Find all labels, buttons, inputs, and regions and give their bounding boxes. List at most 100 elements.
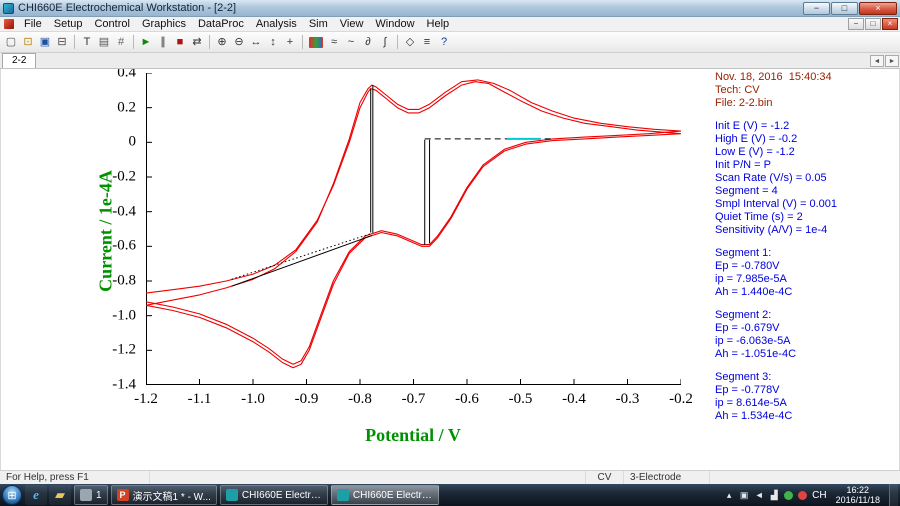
- show-desktop-button[interactable]: [889, 484, 898, 506]
- y-tick-label: -1.2: [112, 341, 136, 358]
- text-tool-icon[interactable]: T: [79, 34, 95, 51]
- info-line: Ah = 1.534e-4C: [715, 410, 793, 422]
- clock-time: 16:22: [846, 485, 870, 495]
- volume-icon[interactable]: ◄: [754, 490, 764, 500]
- minimize-button[interactable]: −: [803, 1, 830, 15]
- taskbar-chi660e-2[interactable]: CHI660E Electro...: [330, 485, 439, 505]
- expand-x-icon[interactable]: ↔: [248, 34, 264, 51]
- info-line: Tech: CV: [715, 84, 760, 96]
- overlay-plots-icon[interactable]: ≈: [326, 34, 342, 51]
- toolbar-separator: [74, 35, 75, 49]
- data-list-icon[interactable]: ≡: [419, 34, 435, 51]
- x-tick-label: -0.5: [508, 391, 533, 407]
- menu-items: File Setup Control Graphics DataProc Analysis…: [18, 18, 455, 30]
- info-line: Init E (V) = -1.2: [715, 120, 790, 132]
- pause-icon[interactable]: ∥: [155, 34, 171, 51]
- alert-tray-icon[interactable]: [798, 490, 808, 500]
- mdi-close-button[interactable]: ×: [882, 18, 898, 30]
- expand-y-icon[interactable]: ↕: [265, 34, 281, 51]
- new-file-icon[interactable]: ▢: [3, 34, 19, 51]
- menu-setup[interactable]: Setup: [48, 18, 89, 30]
- status-spacer: [150, 471, 586, 484]
- y-tick-label: -1.4: [112, 376, 136, 393]
- y-tick-label: -0.2: [112, 168, 136, 185]
- taskbar-chi660e-1[interactable]: CHI660E Electro...: [219, 485, 328, 505]
- status-technique: CV: [586, 471, 624, 484]
- mdi-restore-button[interactable]: □: [865, 18, 881, 30]
- y-tick-label: -0.6: [112, 237, 136, 254]
- taskbar-powerpoint[interactable]: P 演示文稿1 * - W...: [110, 485, 217, 505]
- copy-icon[interactable]: ▤: [96, 34, 112, 51]
- menu-graphics[interactable]: Graphics: [136, 18, 192, 30]
- menu-analysis[interactable]: Analysis: [250, 18, 303, 30]
- info-line: Nov. 18, 2016 15:40:34: [715, 71, 832, 83]
- x-tick-label: -0.4: [562, 391, 586, 407]
- toolbar-separator: [209, 35, 210, 49]
- security-tray-icon[interactable]: [784, 490, 794, 500]
- grid-icon[interactable]: #: [113, 34, 129, 51]
- crosshair-icon[interactable]: +: [282, 34, 298, 51]
- mdi-minimize-button[interactable]: −: [848, 18, 864, 30]
- status-electrode: 3-Electrode: [624, 471, 710, 484]
- menu-sim[interactable]: Sim: [303, 18, 334, 30]
- smooth-icon[interactable]: ~: [343, 34, 359, 51]
- derivative-icon[interactable]: ∂: [360, 34, 376, 51]
- taskbar-chi660e-2-label: CHI660E Electro...: [352, 489, 433, 501]
- start-button[interactable]: ⊞: [2, 485, 22, 505]
- language-indicator[interactable]: CH: [812, 490, 826, 501]
- zoom-out-icon[interactable]: ⊖: [231, 34, 247, 51]
- statusbar: For Help, press F1 CV 3-Electrode: [0, 470, 900, 484]
- info-line: Scan Rate (V/s) = 0.05: [715, 172, 827, 184]
- print-icon[interactable]: ⊟: [54, 34, 70, 51]
- info-line: Segment 1:: [715, 247, 772, 259]
- info-line: Segment 2:: [715, 309, 772, 321]
- taskbar-app-1-icon: [80, 489, 92, 501]
- window-title: CHI660E Electrochemical Workstation - [2…: [18, 2, 237, 14]
- menu-window[interactable]: Window: [369, 18, 420, 30]
- taskbar-app-1[interactable]: 1: [74, 485, 108, 505]
- maximize-button[interactable]: □: [831, 1, 858, 15]
- taskbar-chi660e-1-icon: [225, 489, 238, 501]
- tabstrip: 2-2 ◄ ►: [0, 53, 900, 69]
- info-line: Quiet Time (s) = 2: [715, 211, 803, 223]
- menu-file[interactable]: File: [18, 18, 48, 30]
- zoom-in-icon[interactable]: ⊕: [214, 34, 230, 51]
- results-panel: Nov. 18, 2016 15:40:34 Tech: CV File: 2-2.…: [715, 71, 899, 433]
- mdi-document-icon: [4, 19, 14, 29]
- save-icon[interactable]: ▣: [37, 34, 53, 51]
- menu-control[interactable]: Control: [88, 18, 135, 30]
- open-file-icon[interactable]: ⊡: [20, 34, 36, 51]
- taskbar-powerpoint-label: 演示文稿1 * - W...: [132, 491, 211, 503]
- tab-scroll-right-icon[interactable]: ►: [885, 55, 899, 67]
- network-icon[interactable]: ▟: [769, 490, 779, 501]
- stop-icon[interactable]: ■: [172, 34, 188, 51]
- help-icon[interactable]: ?: [436, 34, 452, 51]
- ime-mode-icon[interactable]: ▣: [739, 490, 749, 501]
- menu-view[interactable]: View: [334, 18, 370, 30]
- tab-2-2[interactable]: 2-2: [2, 53, 37, 68]
- titlebar: CHI660E Electrochemical Workstation - [2…: [0, 0, 900, 17]
- tab-scroll-left-icon[interactable]: ◄: [870, 55, 884, 67]
- x-tick-label: -0.3: [615, 391, 640, 407]
- marker-icon[interactable]: ◇: [402, 34, 418, 51]
- run-experiment-icon[interactable]: ►: [138, 34, 154, 51]
- info-line: Segment 3:: [715, 371, 772, 383]
- hidden-icons-button[interactable]: ▴: [724, 490, 734, 501]
- taskbar-chi660e-1-label: CHI660E Electro...: [241, 489, 322, 501]
- palette-icon[interactable]: [309, 36, 323, 48]
- mdi-window-buttons: − □ ×: [848, 18, 898, 30]
- menu-help[interactable]: Help: [421, 18, 456, 30]
- info-line: Ah = -1.051e-4C: [715, 348, 797, 360]
- plot-client-area: Current / 1e-4A Potential / V 0.4 0.2 0 -0.…: [0, 69, 900, 470]
- info-line: Ep = -0.679V: [715, 322, 780, 334]
- menu-dataproc[interactable]: DataProc: [192, 18, 250, 30]
- reverse-scan-icon[interactable]: ⇄: [189, 34, 205, 51]
- internet-explorer-icon[interactable]: e: [25, 485, 47, 505]
- caption-buttons: − □ ×: [803, 1, 897, 15]
- cv-plot[interactable]: [145, 72, 682, 386]
- integration-icon[interactable]: ∫: [377, 34, 393, 51]
- x-tick-label: -1.0: [241, 391, 265, 407]
- taskbar-clock[interactable]: 16:22 2016/11/18: [832, 485, 884, 505]
- close-button[interactable]: ×: [859, 1, 897, 15]
- explorer-folder-icon[interactable]: ▰: [49, 485, 71, 505]
